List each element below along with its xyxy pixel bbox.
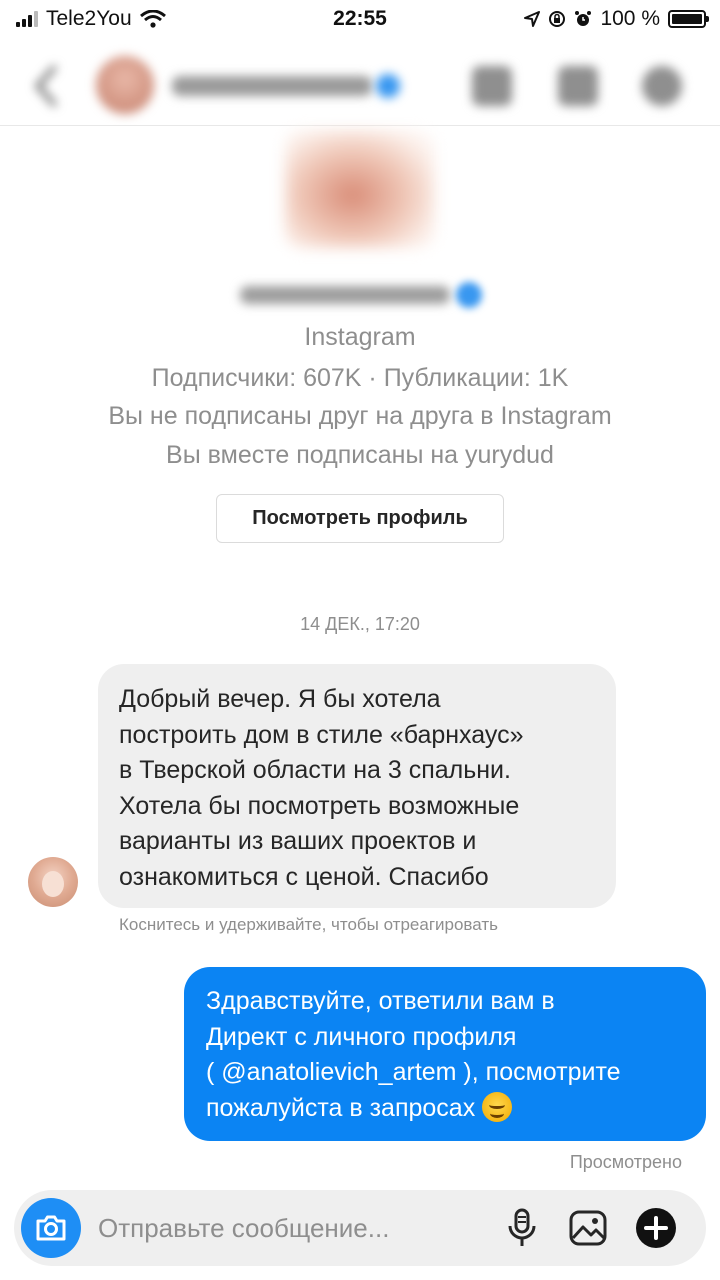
video-camera-icon[interactable]: [472, 66, 512, 106]
info-icon[interactable]: [642, 66, 682, 106]
camera-button[interactable]: [21, 1198, 81, 1258]
microphone-button[interactable]: [500, 1206, 544, 1250]
profile-username: [240, 286, 450, 304]
camera-icon: [36, 1215, 66, 1241]
status-bar: Tele2You 22:55 100 %: [0, 0, 720, 40]
plus-button[interactable]: [634, 1206, 678, 1250]
image-icon: [569, 1210, 607, 1246]
profile-stats: Подписчики: 607K · Публикации: 1K: [151, 364, 569, 392]
header-avatar[interactable]: [96, 56, 154, 114]
battery-percent: 100 %: [600, 7, 660, 30]
profile-mutual: Вы вместе подписаны на yurydud: [166, 441, 554, 469]
status-right: 100 %: [524, 7, 709, 31]
react-hint: Коснитесь и удерживайте, чтобы отреагиро…: [119, 915, 498, 934]
outgoing-message[interactable]: Здравствуйте, ответили вам в Директ с ли…: [184, 967, 706, 1141]
battery-icon: [668, 10, 709, 28]
view-profile-button[interactable]: Посмотреть профиль: [216, 494, 504, 543]
profile-avatar[interactable]: [285, 130, 435, 248]
verified-badge-icon: [456, 282, 482, 308]
chat-header: [0, 46, 720, 126]
header-username[interactable]: [172, 76, 372, 96]
plus-icon: [636, 1208, 676, 1248]
alarm-icon: [575, 11, 592, 26]
profile-follow-status: Вы не подписаны друг на друга в Instagra…: [108, 402, 612, 430]
profile-platform: Instagram: [304, 323, 416, 351]
verified-badge-icon: [376, 74, 400, 98]
microphone-icon: [508, 1208, 536, 1246]
message-input[interactable]: [98, 1206, 478, 1250]
outgoing-message-text: Здравствуйте, ответили вам в Директ с ли…: [206, 987, 621, 1122]
message-composer: [14, 1190, 706, 1266]
flag-icon[interactable]: [558, 66, 598, 106]
orientation-lock-icon: [549, 11, 566, 27]
gallery-button[interactable]: [566, 1206, 610, 1250]
seen-label: Просмотрено: [569, 1152, 682, 1172]
sender-avatar[interactable]: [28, 857, 78, 907]
date-stamp: 14 ДЕК., 17:20: [300, 614, 420, 634]
chevron-left-icon[interactable]: [30, 64, 62, 108]
smiling-face-emoji: [482, 1091, 513, 1122]
incoming-message[interactable]: Добрый вечер. Я бы хотела построить дом …: [98, 664, 616, 908]
location-arrow-icon: [524, 11, 541, 27]
